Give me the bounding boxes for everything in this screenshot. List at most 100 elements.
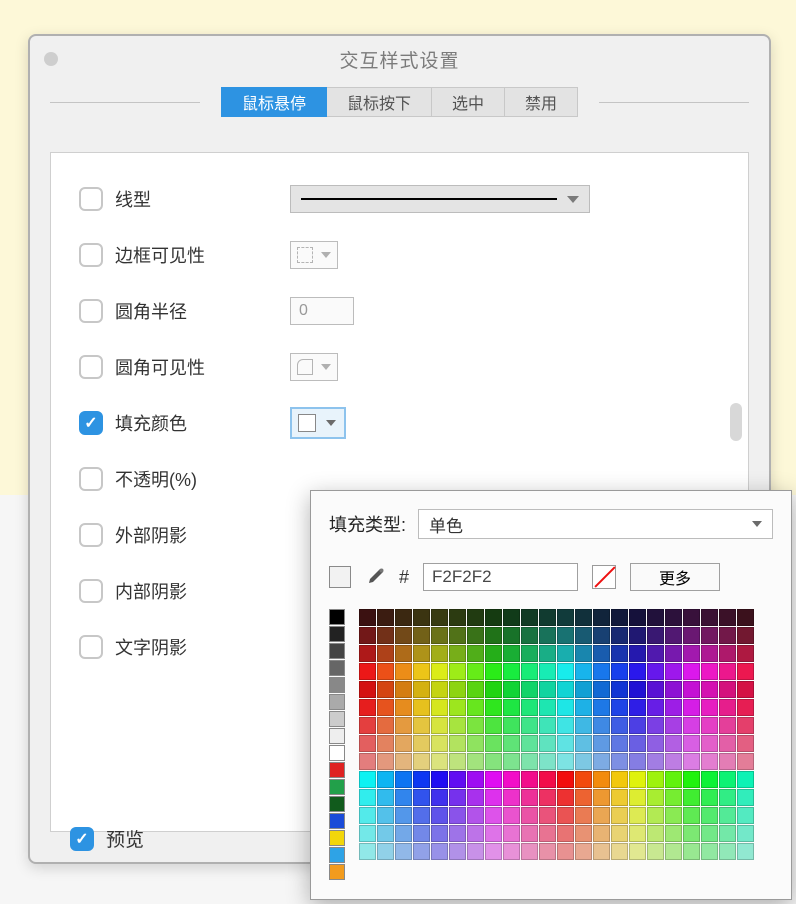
tab-mousedown[interactable]: 鼠标按下 bbox=[327, 87, 432, 117]
color-swatch[interactable] bbox=[467, 609, 484, 626]
color-swatch[interactable] bbox=[377, 645, 394, 662]
color-swatch[interactable] bbox=[377, 771, 394, 788]
color-swatch[interactable] bbox=[503, 789, 520, 806]
color-swatch[interactable] bbox=[665, 789, 682, 806]
color-swatch[interactable] bbox=[593, 771, 610, 788]
color-swatch[interactable] bbox=[539, 663, 556, 680]
color-swatch[interactable] bbox=[503, 645, 520, 662]
color-swatch[interactable] bbox=[377, 663, 394, 680]
color-swatch[interactable] bbox=[521, 609, 538, 626]
color-swatch[interactable] bbox=[521, 771, 538, 788]
color-swatch[interactable] bbox=[719, 771, 736, 788]
color-swatch[interactable] bbox=[575, 645, 592, 662]
color-swatch[interactable] bbox=[539, 645, 556, 662]
color-swatch[interactable] bbox=[701, 789, 718, 806]
color-swatch[interactable] bbox=[665, 681, 682, 698]
color-swatch[interactable] bbox=[449, 627, 466, 644]
color-swatch[interactable] bbox=[449, 645, 466, 662]
color-swatch[interactable] bbox=[683, 753, 700, 770]
color-swatch[interactable] bbox=[683, 609, 700, 626]
color-swatch[interactable] bbox=[737, 807, 754, 824]
color-swatch[interactable] bbox=[647, 771, 664, 788]
color-swatch[interactable] bbox=[413, 771, 430, 788]
color-swatch[interactable] bbox=[593, 609, 610, 626]
color-swatch[interactable] bbox=[329, 677, 345, 693]
color-swatch[interactable] bbox=[395, 789, 412, 806]
color-swatch[interactable] bbox=[647, 627, 664, 644]
color-swatch[interactable] bbox=[521, 807, 538, 824]
color-swatch[interactable] bbox=[701, 771, 718, 788]
color-swatch[interactable] bbox=[629, 789, 646, 806]
color-swatch[interactable] bbox=[719, 717, 736, 734]
color-swatch[interactable] bbox=[575, 717, 592, 734]
color-swatch[interactable] bbox=[737, 717, 754, 734]
color-swatch[interactable] bbox=[611, 681, 628, 698]
color-swatch[interactable] bbox=[467, 645, 484, 662]
color-swatch[interactable] bbox=[575, 663, 592, 680]
color-swatch[interactable] bbox=[683, 699, 700, 716]
color-swatch[interactable] bbox=[683, 735, 700, 752]
color-swatch[interactable] bbox=[611, 789, 628, 806]
color-swatch[interactable] bbox=[593, 717, 610, 734]
color-swatch[interactable] bbox=[575, 843, 592, 860]
color-swatch[interactable] bbox=[467, 753, 484, 770]
color-swatch[interactable] bbox=[377, 609, 394, 626]
color-swatch[interactable] bbox=[557, 807, 574, 824]
color-swatch[interactable] bbox=[377, 753, 394, 770]
color-swatch[interactable] bbox=[329, 762, 345, 778]
color-swatch[interactable] bbox=[539, 681, 556, 698]
color-swatch[interactable] bbox=[431, 753, 448, 770]
color-swatch[interactable] bbox=[329, 694, 345, 710]
color-swatch[interactable] bbox=[377, 843, 394, 860]
color-swatch[interactable] bbox=[737, 645, 754, 662]
color-swatch[interactable] bbox=[485, 627, 502, 644]
color-swatch[interactable] bbox=[377, 627, 394, 644]
color-swatch[interactable] bbox=[719, 627, 736, 644]
fill-type-select[interactable]: 单色 bbox=[418, 509, 773, 539]
color-swatch[interactable] bbox=[629, 681, 646, 698]
color-swatch[interactable] bbox=[701, 807, 718, 824]
color-swatch[interactable] bbox=[701, 681, 718, 698]
color-swatch[interactable] bbox=[701, 825, 718, 842]
color-swatch[interactable] bbox=[329, 626, 345, 642]
color-swatch[interactable] bbox=[557, 753, 574, 770]
color-swatch[interactable] bbox=[701, 645, 718, 662]
color-swatch[interactable] bbox=[485, 771, 502, 788]
color-swatch[interactable] bbox=[395, 717, 412, 734]
color-swatch[interactable] bbox=[665, 771, 682, 788]
scrollbar-thumb[interactable] bbox=[730, 403, 742, 441]
color-swatch[interactable] bbox=[719, 663, 736, 680]
color-swatch[interactable] bbox=[539, 699, 556, 716]
color-swatch[interactable] bbox=[449, 609, 466, 626]
color-swatch[interactable] bbox=[413, 717, 430, 734]
color-swatch[interactable] bbox=[665, 663, 682, 680]
color-swatch[interactable] bbox=[539, 627, 556, 644]
color-swatch[interactable] bbox=[575, 807, 592, 824]
color-swatch[interactable] bbox=[413, 735, 430, 752]
color-swatch[interactable] bbox=[737, 753, 754, 770]
color-swatch[interactable] bbox=[593, 627, 610, 644]
color-swatch[interactable] bbox=[737, 735, 754, 752]
checkbox-corner-vis[interactable]: ✓ bbox=[79, 355, 103, 379]
color-swatch[interactable] bbox=[329, 813, 345, 829]
color-swatch[interactable] bbox=[413, 753, 430, 770]
color-swatch[interactable] bbox=[539, 771, 556, 788]
color-swatch[interactable] bbox=[377, 825, 394, 842]
color-swatch[interactable] bbox=[629, 609, 646, 626]
color-swatch[interactable] bbox=[647, 681, 664, 698]
color-swatch[interactable] bbox=[719, 753, 736, 770]
color-swatch[interactable] bbox=[701, 609, 718, 626]
color-swatch[interactable] bbox=[737, 771, 754, 788]
color-swatch[interactable] bbox=[683, 789, 700, 806]
color-swatch[interactable] bbox=[377, 717, 394, 734]
color-swatch[interactable] bbox=[503, 807, 520, 824]
color-swatch[interactable] bbox=[575, 771, 592, 788]
color-swatch[interactable] bbox=[521, 825, 538, 842]
checkbox-inner-shadow[interactable]: ✓ bbox=[79, 579, 103, 603]
color-swatch[interactable] bbox=[611, 807, 628, 824]
checkbox-line-type[interactable]: ✓ bbox=[79, 187, 103, 211]
color-swatch[interactable] bbox=[395, 609, 412, 626]
color-swatch[interactable] bbox=[395, 753, 412, 770]
color-swatch[interactable] bbox=[557, 825, 574, 842]
color-swatch[interactable] bbox=[575, 789, 592, 806]
